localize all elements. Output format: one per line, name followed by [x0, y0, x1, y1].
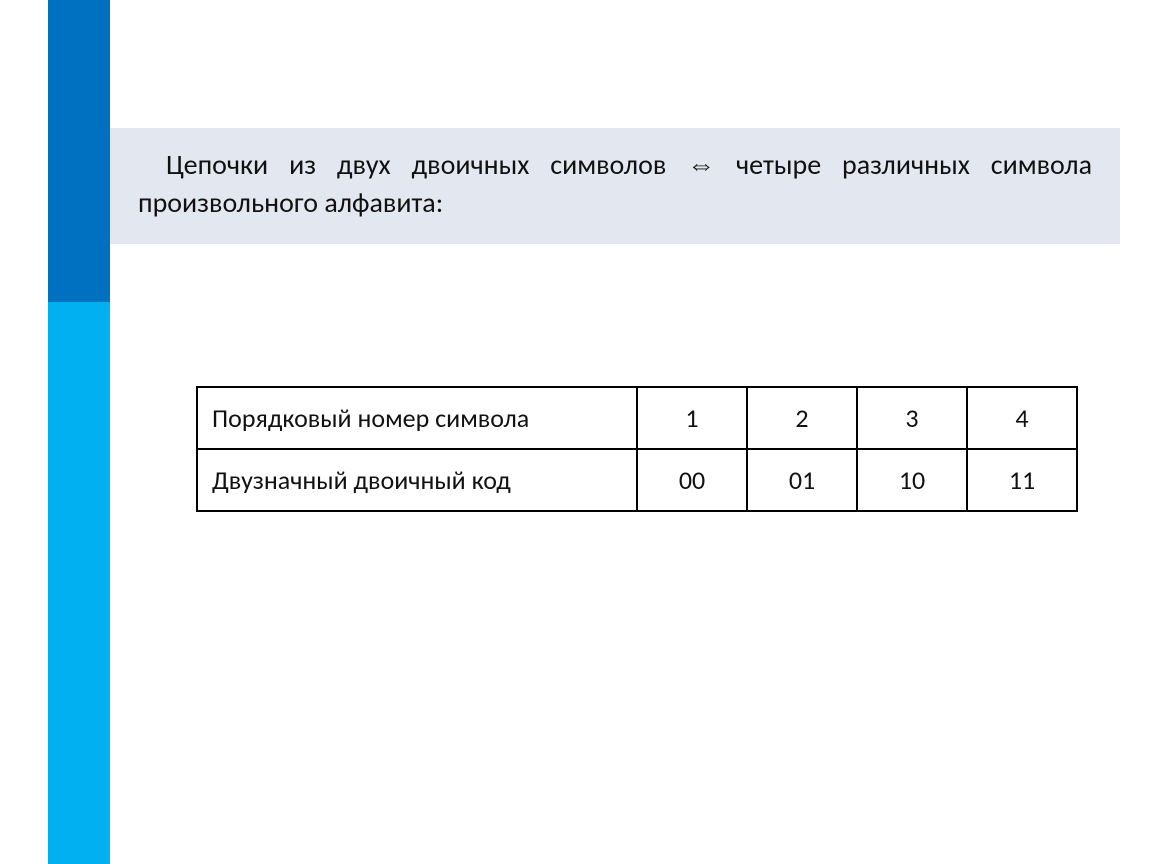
heading-text: Цепочки из двух двоичных символов ⇔ четы…	[138, 146, 1092, 222]
row-label: Порядковый номер символа	[197, 387, 637, 449]
cell-value: 2	[747, 387, 857, 449]
cell-value: 00	[637, 449, 747, 511]
double-arrow-icon: ⇔	[687, 149, 715, 180]
row-label: Двузначный двоичный код	[197, 449, 637, 511]
sidebar-accent-dark	[48, 0, 110, 302]
table-row: Порядковый номер символа 1 2 3 4	[197, 387, 1077, 449]
cell-value: 01	[747, 449, 857, 511]
heading-part1: Цепочки из двух двоичных символов	[166, 147, 687, 182]
table-row: Двузначный двоичный код 00 01 10 11	[197, 449, 1077, 511]
sidebar-accent-light	[48, 302, 110, 864]
cell-value: 3	[857, 387, 967, 449]
heading-box: Цепочки из двух двоичных символов ⇔ четы…	[110, 128, 1120, 244]
cell-value: 1	[637, 387, 747, 449]
cell-value: 4	[967, 387, 1077, 449]
code-table: Порядковый номер символа 1 2 3 4 Двузнач…	[196, 386, 1078, 512]
cell-value: 11	[967, 449, 1077, 511]
code-table-wrap: Порядковый номер символа 1 2 3 4 Двузнач…	[196, 386, 1076, 512]
cell-value: 10	[857, 449, 967, 511]
